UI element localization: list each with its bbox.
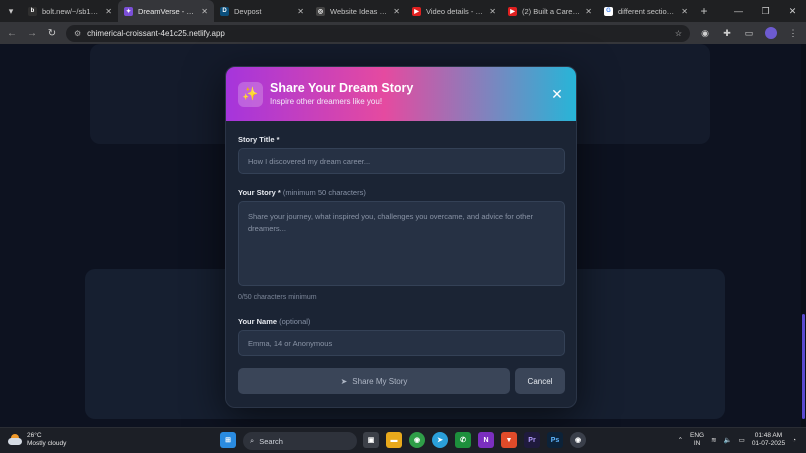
screen: ▾ b bolt.new/~/sb1-bm ✕ ✦ DreamVerse - Where…	[0, 0, 806, 453]
sparkles-icon: ✨	[238, 81, 263, 107]
tab-strip: bbolt.new/~/sb1-bm✕✦DreamVerse - Where✕D…	[22, 0, 694, 22]
browser-tab[interactable]: ▶ Video details - YouTu ✕	[406, 0, 502, 22]
photoshop-icon[interactable]: Ps	[547, 432, 563, 448]
chatgpt-icon: ◎	[316, 6, 325, 16]
tab-title: Website Ideas Brainst	[330, 6, 388, 16]
maximize-icon[interactable]: ❐	[752, 0, 779, 22]
your-story-textarea[interactable]: Share your journey, what inspired you, c…	[238, 201, 565, 286]
your-name-label: Your Name (optional)	[238, 317, 311, 326]
new-tab-icon[interactable]: +	[694, 4, 714, 18]
taskbar-search[interactable]: ⌕ Search	[243, 432, 357, 450]
windows-start-icon[interactable]: ⊞	[220, 432, 236, 448]
brave-icon[interactable]: ▼	[501, 432, 517, 448]
cast-icon[interactable]: ▭	[742, 26, 756, 40]
weather-widget[interactable]: 26°C Mostly cloudy	[8, 432, 66, 448]
cancel-button[interactable]: Cancel	[515, 368, 565, 394]
minimize-icon[interactable]: —	[725, 0, 752, 22]
volume-icon[interactable]: 🔈	[724, 436, 732, 444]
send-icon: ➤	[340, 376, 348, 386]
bookmark-star-icon[interactable]: ☆	[675, 29, 682, 38]
window-controls: — ❐ ✕	[725, 0, 806, 22]
forward-icon[interactable]: →	[26, 28, 38, 39]
search-icon: ⌕	[250, 436, 255, 445]
close-window-icon[interactable]: ✕	[779, 0, 806, 22]
telegram-icon[interactable]: ➤	[432, 432, 448, 448]
notifications-icon[interactable]: ◔	[792, 437, 796, 444]
extension-icon[interactable]: ◉	[698, 26, 712, 40]
your-story-label: Your Story * (minimum 50 characters)	[238, 188, 366, 197]
url-text: chimerical-croissant-4e1c25.netlify.app	[87, 28, 225, 38]
dreamverse-icon: ✦	[124, 6, 133, 16]
modal-header: ✨ Share Your Dream Story Inspire other d…	[226, 67, 576, 121]
tab-title: different sections in	[618, 6, 677, 16]
youtube-icon: ▶	[412, 6, 421, 16]
task-view-icon[interactable]: ▣	[363, 432, 379, 448]
bolt-icon: b	[28, 6, 37, 16]
tab-title: Video details - YouTu	[426, 6, 484, 16]
browser-tab[interactable]: Gdifferent sections in ✕	[598, 0, 694, 22]
page-scrollbar[interactable]	[801, 44, 806, 427]
browser-menu-icon[interactable]: ⋮	[786, 26, 800, 40]
tab-close-icon[interactable]: ✕	[105, 7, 112, 16]
taskbar-app-icons: ▣ ▬ ◉ ➤ ✆ N ▼ Pr Ps ◉	[363, 432, 586, 448]
youtube-icon: ▶	[508, 6, 517, 16]
tab-close-icon[interactable]: ✕	[585, 7, 592, 16]
wifi-icon[interactable]: ≋	[711, 436, 716, 444]
your-name-input[interactable]: Emma, 14 or Anonymous	[238, 330, 565, 356]
taskbar: 26°C Mostly cloudy ⊞ ⌕ Search ▣ ▬ ◉ ➤ ✆ …	[0, 427, 806, 453]
close-icon[interactable]: ✕	[548, 86, 566, 103]
browser-toolbar: ← → ↻ ⚙ chimerical-croissant-4e1c25.netl…	[0, 22, 806, 44]
chrome-active-icon[interactable]: ◉	[570, 432, 586, 448]
clock[interactable]: 01:48 AM 01-07-2025	[752, 432, 785, 448]
tab-title: (2) Built a Career Bu	[522, 6, 580, 16]
language-indicator[interactable]: ENG IN	[690, 432, 704, 448]
tab-close-icon[interactable]: ✕	[489, 7, 496, 16]
chrome-icon[interactable]: ◉	[409, 432, 425, 448]
battery-icon[interactable]: ▭	[739, 436, 745, 444]
site-info-icon[interactable]: ⚙	[74, 29, 81, 38]
weather-condition: Mostly cloudy	[27, 440, 67, 447]
tab-close-icon[interactable]: ✕	[201, 7, 208, 16]
pinned-apps: ⊞	[220, 432, 236, 448]
cloudy-weather-icon	[8, 434, 22, 446]
character-counter: 0/50 characters minimum	[238, 294, 317, 301]
tab-close-icon[interactable]: ✕	[681, 7, 688, 16]
temperature: 26°C	[27, 432, 42, 439]
extensions-puzzle-icon[interactable]: ✚	[720, 26, 734, 40]
onenote-icon[interactable]: N	[478, 432, 494, 448]
devpost-icon: D	[220, 6, 229, 16]
google-icon: G	[604, 6, 613, 16]
system-tray: ⌃ ENG IN ≋ 🔈 ▭ 01:48 AM 01-07-2025 ◔	[678, 432, 796, 448]
browser-tab[interactable]: ◎ Website Ideas Brainst ✕	[310, 0, 406, 22]
story-title-input[interactable]: How I discovered my dream career...	[238, 148, 565, 174]
browser-tab[interactable]: b bolt.new/~/sb1-bm ✕	[22, 0, 118, 22]
browser-tab-bar: ▾ b bolt.new/~/sb1-bm ✕ ✦ DreamVerse - Where…	[0, 0, 806, 22]
share-story-modal: ✨ Share Your Dream Story Inspire other d…	[225, 66, 577, 408]
browser-tab[interactable]: ✦ DreamVerse - Where ✕	[118, 0, 214, 22]
profile-avatar[interactable]	[764, 26, 778, 40]
modal-title: Share Your Dream Story	[270, 81, 414, 95]
chevron-up-icon[interactable]: ⌃	[678, 436, 683, 444]
reload-icon[interactable]: ↻	[46, 28, 58, 39]
premiere-icon[interactable]: Pr	[524, 432, 540, 448]
browser-tab[interactable]: ▶ (2) Built a Career Bu ✕	[502, 0, 598, 22]
tab-title: bolt.new/~/sb1-bm	[42, 6, 101, 16]
story-title-label: Story Title *	[238, 135, 280, 144]
back-icon[interactable]: ←	[6, 28, 18, 39]
address-bar[interactable]: ⚙ chimerical-croissant-4e1c25.netlify.ap…	[66, 24, 690, 42]
tab-title: DreamVerse - Where	[138, 6, 196, 16]
file-explorer-icon[interactable]: ▬	[386, 432, 402, 448]
tab-close-icon[interactable]: ✕	[297, 7, 304, 16]
tab-title: Devpost	[234, 6, 262, 16]
modal-subtitle: Inspire other dreamers like you!	[270, 97, 383, 106]
browser-tab[interactable]: D Devpost ✕	[214, 0, 310, 22]
tab-close-icon[interactable]: ✕	[393, 7, 400, 16]
tab-search-icon[interactable]: ▾	[0, 0, 22, 22]
whatsapp-icon[interactable]: ✆	[455, 432, 471, 448]
share-story-button[interactable]: ➤ Share My Story	[238, 368, 510, 394]
